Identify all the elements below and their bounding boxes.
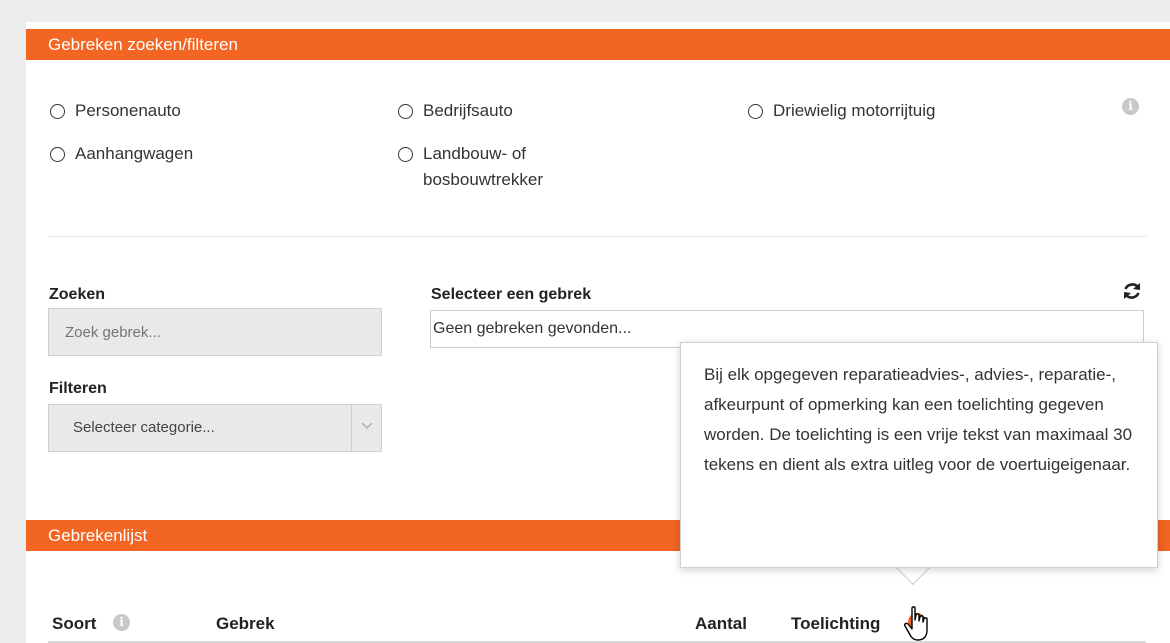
search-filter-header: Gebreken zoeken/filteren bbox=[26, 29, 1170, 60]
tooltip-text: Bij elk opgegeven reparatieadvies-, advi… bbox=[704, 365, 1133, 474]
radio-aanhangwagen[interactable]: Aanhangwagen bbox=[50, 141, 193, 167]
radio-label: Driewielig motorrijtuig bbox=[773, 101, 936, 120]
radio-circle[interactable] bbox=[50, 104, 65, 119]
radio-label-line-2: bosbouwtrekker bbox=[423, 170, 544, 189]
radio-bedrijfsauto[interactable]: Bedrijfsauto bbox=[398, 98, 513, 124]
filter-label: Filteren bbox=[49, 380, 107, 397]
refresh-icon[interactable] bbox=[1121, 280, 1143, 307]
radio-label: Landbouw- of bosbouwtrekker bbox=[423, 141, 543, 193]
search-filter-title: Gebreken zoeken/filteren bbox=[48, 35, 238, 54]
column-header-type[interactable]: Soort bbox=[52, 614, 96, 634]
column-header-explanation[interactable]: Toelichting bbox=[791, 614, 880, 634]
info-icon[interactable]: i bbox=[113, 614, 130, 631]
radio-label: Aanhangwagen bbox=[75, 144, 194, 163]
category-select[interactable]: Selecteer categorie... bbox=[48, 404, 382, 452]
radio-personenauto[interactable]: Personenauto bbox=[50, 98, 181, 124]
defect-select-value: Geen gebreken gevonden... bbox=[433, 320, 632, 337]
search-input[interactable] bbox=[48, 308, 382, 356]
hand-pointer-icon bbox=[904, 606, 932, 643]
defect-select-label: Selecteer een gebrek bbox=[431, 286, 592, 303]
info-icon[interactable]: i bbox=[1122, 98, 1139, 115]
radio-label-line-1: Landbouw- of bbox=[423, 144, 527, 163]
defect-list-title: Gebrekenlijst bbox=[48, 526, 148, 545]
radio-landbouw-bosbouwtrekker[interactable]: Landbouw- of bosbouwtrekker bbox=[398, 141, 543, 193]
radio-circle[interactable] bbox=[398, 104, 413, 119]
search-label: Zoeken bbox=[49, 286, 106, 303]
radio-circle[interactable] bbox=[398, 147, 413, 162]
radio-label: Bedrijfsauto bbox=[423, 101, 513, 120]
radio-driewielig-motorrijtuig[interactable]: Driewielig motorrijtuig bbox=[748, 98, 936, 124]
explanation-tooltip: Bij elk opgegeven reparatieadvies-, advi… bbox=[680, 342, 1158, 568]
column-header-count[interactable]: Aantal bbox=[695, 614, 747, 634]
column-header-defect[interactable]: Gebrek bbox=[216, 614, 275, 634]
radio-circle[interactable] bbox=[748, 104, 763, 119]
chevron-down-icon[interactable] bbox=[351, 405, 381, 451]
radio-label: Personenauto bbox=[75, 101, 181, 120]
category-select-value: Selecteer categorie... bbox=[73, 419, 215, 436]
radio-circle[interactable] bbox=[50, 147, 65, 162]
divider bbox=[48, 236, 1146, 237]
